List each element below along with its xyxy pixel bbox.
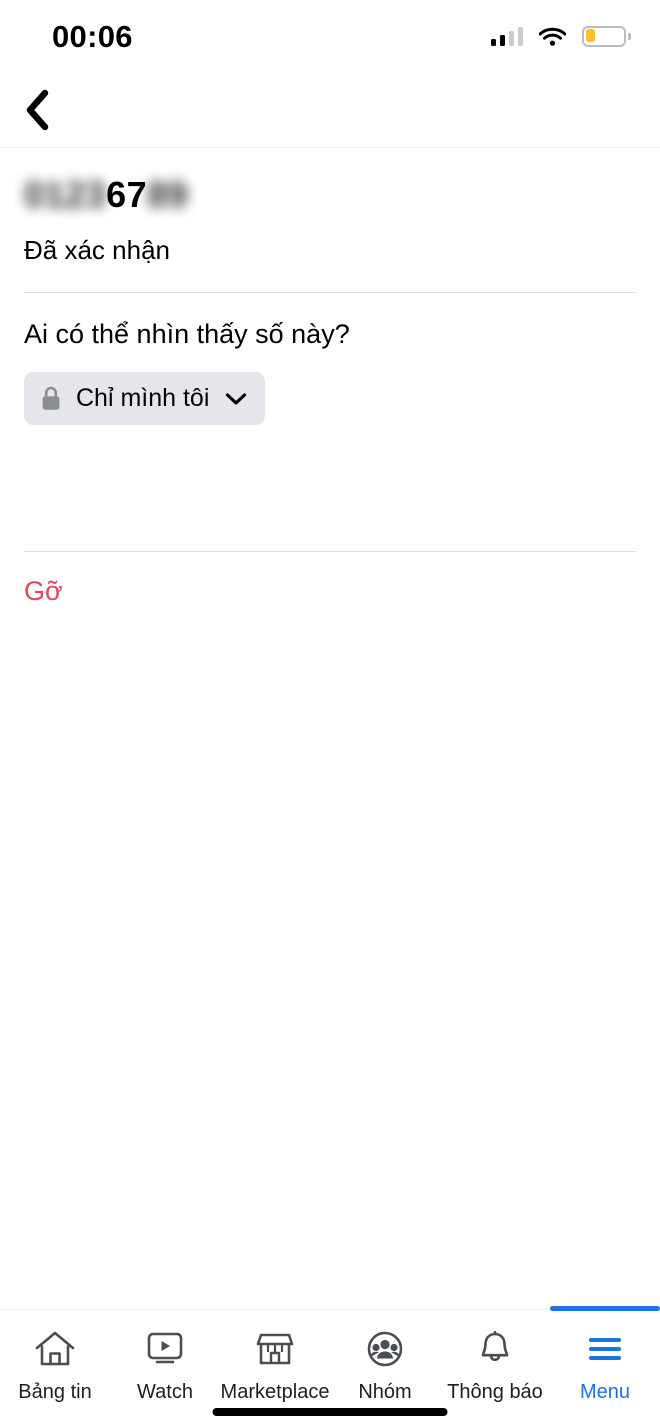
main-content: 01236789 Đã xác nhận Ai có thể nhìn thấy…	[0, 149, 660, 606]
audience-selector-button[interactable]: Chỉ mình tôi	[24, 372, 266, 426]
back-button[interactable]	[0, 72, 74, 148]
tab-label: Menu	[579, 1381, 631, 1403]
tab-active-indicator	[550, 1306, 660, 1311]
storefront-icon	[256, 1333, 294, 1365]
watch-play-icon	[147, 1332, 183, 1364]
tab-label: Marketplace	[220, 1381, 330, 1403]
home-indicator	[212, 1408, 448, 1416]
chevron-down-icon	[226, 393, 247, 405]
battery-low-icon	[582, 25, 631, 47]
status-bar: 00:06	[0, 0, 660, 72]
chevron-left-icon	[26, 89, 49, 130]
tab-label: Bảng tin	[18, 1381, 92, 1403]
status-bar-clock: 00:06	[52, 18, 133, 54]
home-icon	[35, 1331, 75, 1366]
phone-number-redacted-prefix: 0123	[24, 173, 107, 215]
phone-number-visible-digits: 67	[106, 173, 148, 215]
tab-thong-bao[interactable]: Thông báo	[440, 1310, 550, 1428]
groups-people-icon	[367, 1331, 403, 1367]
divider-above-remove	[24, 551, 636, 552]
phone-number-redacted-suffix: 89	[147, 173, 189, 215]
phone-screen: 00:06 01236789 Đã xác nhận Ai có thể nhì…	[0, 0, 660, 1428]
lock-icon	[42, 386, 60, 410]
audience-selected-value: Chỉ mình tôi	[76, 384, 210, 413]
tab-watch[interactable]: Watch	[110, 1310, 220, 1428]
tab-label: Thông báo	[447, 1381, 543, 1403]
cellular-signal-icon	[490, 26, 523, 46]
phone-confirmed-status: Đã xác nhận	[24, 235, 170, 265]
tab-menu[interactable]: Menu	[550, 1306, 660, 1428]
tab-bang-tin[interactable]: Bảng tin	[0, 1310, 110, 1428]
tab-label: Nhóm	[358, 1381, 412, 1403]
hamburger-menu-icon	[589, 1338, 621, 1360]
bell-icon	[481, 1330, 509, 1362]
tab-label: Watch	[137, 1381, 193, 1403]
phone-number-row: 01236789	[0, 149, 660, 227]
remove-phone-button[interactable]: Gỡ	[24, 574, 63, 609]
phone-number-value: 01236789	[24, 171, 188, 215]
status-bar-indicators	[490, 25, 631, 47]
audience-question-label: Ai có thể nhìn thấy số này?	[24, 319, 350, 350]
wifi-icon	[539, 27, 566, 46]
navigation-header	[0, 72, 660, 148]
